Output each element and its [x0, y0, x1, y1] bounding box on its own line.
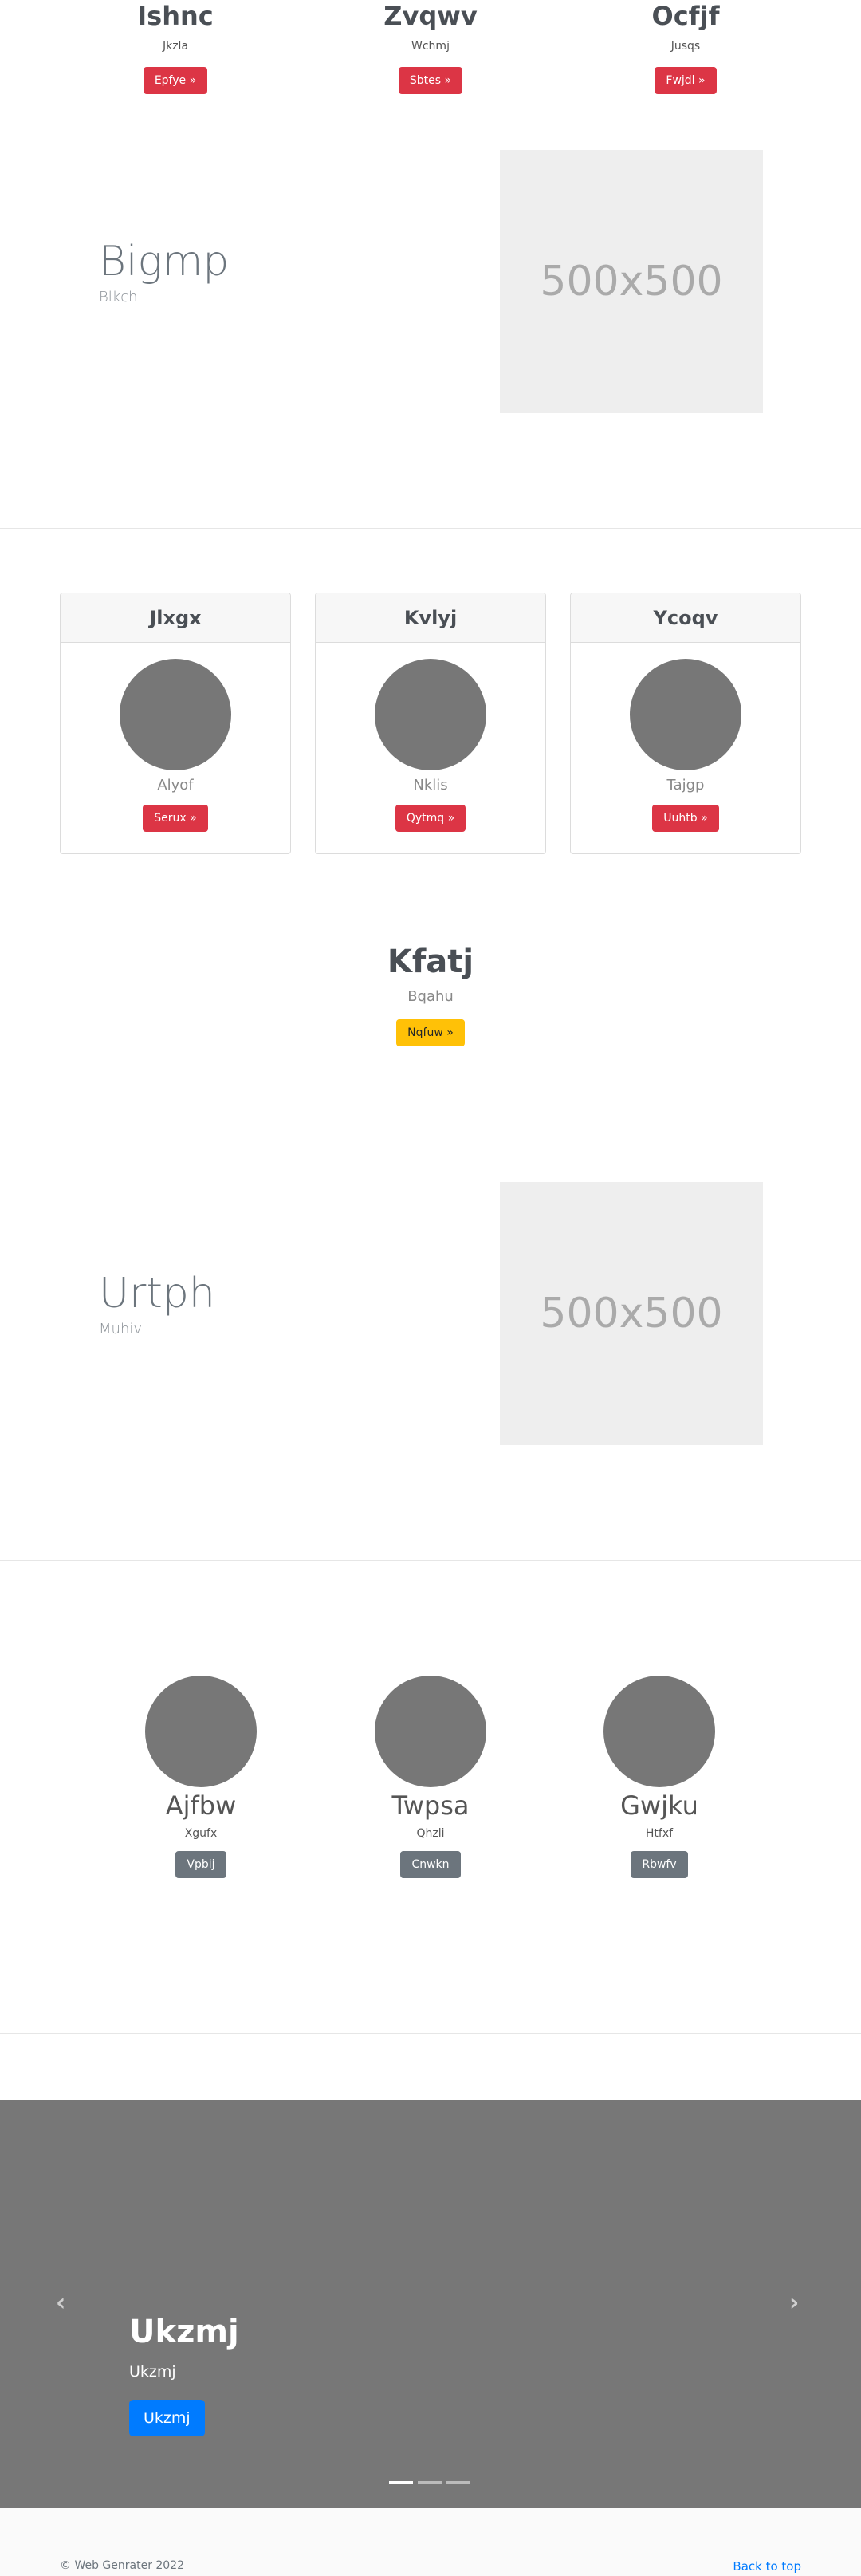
- feature-2: Twpsa Qhzli Cnwkn: [311, 1676, 550, 1878]
- feature-button[interactable]: Vpbij: [175, 1851, 226, 1878]
- card-caption: Tajgp: [666, 777, 705, 794]
- card-3: Ycoqv Tajgp Uuhtb »: [570, 593, 801, 854]
- cta-button[interactable]: Nqfuw »: [396, 1019, 465, 1046]
- chevron-right-icon[interactable]: ›: [789, 2289, 799, 2317]
- carousel: ‹ › Ukzmj Ukzmj Ukzmj: [0, 2100, 861, 2508]
- chevron-left-icon[interactable]: ‹: [56, 2289, 65, 2317]
- top-column-button[interactable]: Fwjdl »: [655, 67, 717, 94]
- hero-2-title: Urtph: [99, 1270, 215, 1318]
- avatar-placeholder: [603, 1676, 715, 1787]
- card-button[interactable]: Qytmq »: [395, 805, 466, 832]
- hero-1-image-placeholder: 500x500: [500, 150, 763, 413]
- cta-subtitle: Bqahu: [407, 988, 454, 1005]
- image-size-label: 500x500: [540, 258, 723, 305]
- card-2: Kvlyj Nklis Qytmq »: [315, 593, 546, 854]
- top-column-title: Ocfjf: [651, 1, 720, 31]
- footer-copyright: © Web Genrater 2022: [60, 2559, 185, 2572]
- feature-1: Ajfbw Xgufx Vpbij: [81, 1676, 320, 1878]
- feature-subtitle: Htfxf: [645, 1827, 674, 1840]
- footer: © Web Genrater 2022 Back to top: [0, 2508, 861, 2576]
- avatar-placeholder: [375, 1676, 486, 1787]
- carousel-title: Ukzmj: [129, 2314, 239, 2350]
- card-header: Ycoqv: [571, 593, 800, 643]
- carousel-indicator[interactable]: [389, 2481, 413, 2484]
- top-column-1: Ishnc Jkzla Epfye »: [64, 0, 287, 94]
- hero-1-text: Bigmp Blkch: [99, 238, 229, 305]
- feature-subtitle: Xgufx: [184, 1827, 218, 1840]
- avatar-placeholder: [375, 659, 486, 770]
- carousel-subtitle: Ukzmj: [129, 2363, 176, 2381]
- card-1: Jlxgx Alyof Serux »: [60, 593, 291, 854]
- carousel-indicator[interactable]: [446, 2481, 470, 2484]
- top-column-button[interactable]: Epfye »: [143, 67, 208, 94]
- section-divider: [0, 1560, 861, 1561]
- avatar-placeholder: [145, 1676, 257, 1787]
- cta-title: Kfatj: [387, 943, 474, 980]
- image-size-label: 500x500: [540, 1290, 723, 1337]
- hero-2-text: Urtph Muhiv: [99, 1270, 215, 1337]
- carousel-indicators: [389, 2481, 470, 2484]
- top-column-subtitle: Wchmj: [411, 40, 450, 53]
- card-caption: Alyof: [157, 777, 194, 794]
- cta-section: Kfatj Bqahu Nqfuw »: [0, 943, 861, 1046]
- feature-title: Twpsa: [391, 1790, 470, 1821]
- top-column-button[interactable]: Sbtes »: [398, 67, 463, 94]
- section-divider: [0, 528, 861, 529]
- card-caption: Nklis: [413, 777, 448, 794]
- hero-1-title: Bigmp: [99, 238, 230, 286]
- feature-3: Gwjku Htfxf Rbwfv: [540, 1676, 779, 1878]
- carousel-indicator[interactable]: [418, 2481, 442, 2484]
- card-button[interactable]: Uuhtb »: [652, 805, 719, 832]
- feature-button[interactable]: Cnwkn: [400, 1851, 461, 1878]
- carousel-button[interactable]: Ukzmj: [129, 2400, 205, 2436]
- feature-subtitle: Qhzli: [416, 1827, 445, 1840]
- top-column-subtitle: Jkzla: [162, 40, 189, 53]
- section-divider: [0, 2033, 861, 2034]
- hero-2-subtitle: Muhiv: [99, 1321, 142, 1337]
- feature-button[interactable]: Rbwfv: [631, 1851, 688, 1878]
- top-column-2: Zvqwv Wchmj Sbtes »: [319, 0, 542, 94]
- avatar-placeholder: [120, 659, 231, 770]
- back-to-top-link[interactable]: Back to top: [733, 2559, 801, 2574]
- top-column-3: Ocfjf Jusqs Fwjdl »: [574, 0, 797, 94]
- top-column-subtitle: Jusqs: [670, 40, 701, 53]
- top-column-title: Zvqwv: [383, 1, 478, 31]
- card-header: Kvlyj: [316, 593, 545, 643]
- avatar-placeholder: [630, 659, 741, 770]
- feature-title: Ajfbw: [165, 1790, 237, 1821]
- top-column-title: Ishnc: [137, 1, 214, 31]
- feature-title: Gwjku: [620, 1790, 698, 1821]
- card-button[interactable]: Serux »: [143, 805, 208, 832]
- hero-1-subtitle: Blkch: [99, 289, 138, 305]
- card-header: Jlxgx: [61, 593, 290, 643]
- hero-2-image-placeholder: 500x500: [500, 1182, 763, 1445]
